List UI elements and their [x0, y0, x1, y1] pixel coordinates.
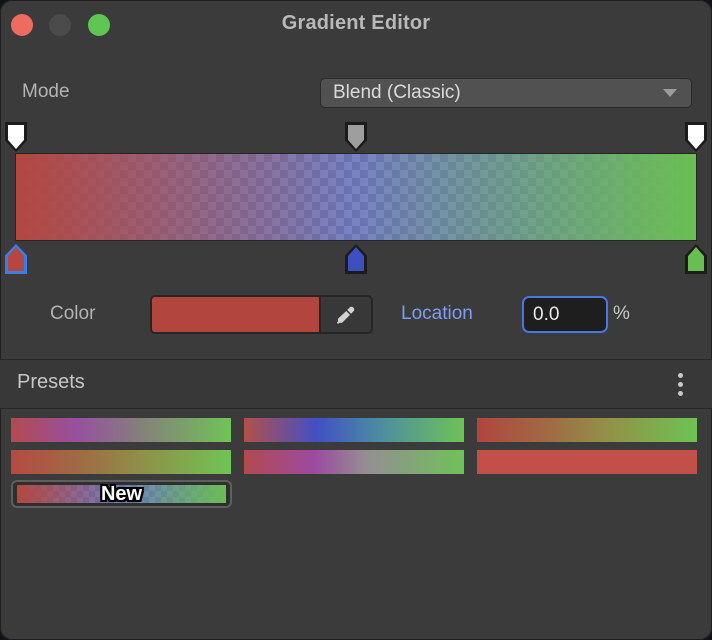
color-stops-row[interactable] — [16, 244, 696, 274]
preset-gradient-swatch[interactable] — [477, 418, 697, 442]
presets-header: Presets — [0, 360, 712, 408]
preset-gradient-swatch[interactable] — [11, 418, 231, 442]
color-label: Color — [50, 303, 95, 325]
mode-dropdown[interactable]: Blend (Classic) — [320, 78, 692, 108]
alpha-stop[interactable] — [345, 122, 367, 152]
preset-gradient-swatch[interactable] — [11, 450, 231, 474]
preset-gradient-swatch[interactable] — [244, 418, 464, 442]
divider — [0, 408, 712, 409]
mode-label: Mode — [22, 81, 70, 103]
alpha-stop-fill — [8, 125, 24, 149]
new-preset-label: New — [13, 481, 230, 507]
color-stop-fill — [688, 247, 704, 271]
screen: Gradient Editor Mode Blend (Classic) Col… — [0, 0, 712, 640]
eyedropper-icon — [335, 304, 357, 326]
alpha-stop[interactable] — [685, 122, 707, 152]
color-stop-fill — [348, 247, 364, 271]
alpha-stop[interactable] — [5, 122, 27, 152]
chevron-down-icon — [663, 89, 677, 97]
alpha-stops-row[interactable] — [16, 122, 696, 152]
alpha-stop-fill — [688, 125, 704, 149]
color-stop[interactable] — [685, 244, 707, 274]
presets-title: Presets — [17, 371, 85, 394]
kebab-menu-icon[interactable] — [672, 370, 688, 398]
color-stop-fill — [8, 247, 24, 271]
eyedropper-button[interactable] — [319, 297, 371, 332]
color-stop[interactable] — [5, 244, 27, 274]
color-swatch-control[interactable] — [150, 295, 373, 334]
new-preset-button[interactable]: New — [11, 480, 232, 508]
location-label: Location — [401, 303, 473, 325]
color-swatch[interactable] — [152, 297, 319, 332]
percent-label: % — [613, 303, 630, 325]
gradient-editor-window: Gradient Editor Mode Blend (Classic) Col… — [0, 0, 712, 640]
preset-gradient-swatch[interactable] — [244, 450, 464, 474]
alpha-stop-fill — [348, 125, 364, 149]
window-title: Gradient Editor — [0, 12, 712, 35]
preset-gradient-swatch[interactable] — [477, 450, 697, 474]
color-stop[interactable] — [345, 244, 367, 274]
location-input[interactable] — [522, 296, 608, 333]
presets-grid — [11, 418, 701, 474]
mode-dropdown-value: Blend (Classic) — [333, 82, 663, 104]
gradient-overlay — [16, 154, 696, 240]
title-bar: Gradient Editor — [0, 0, 712, 52]
gradient-preview-strip[interactable] — [16, 154, 696, 240]
